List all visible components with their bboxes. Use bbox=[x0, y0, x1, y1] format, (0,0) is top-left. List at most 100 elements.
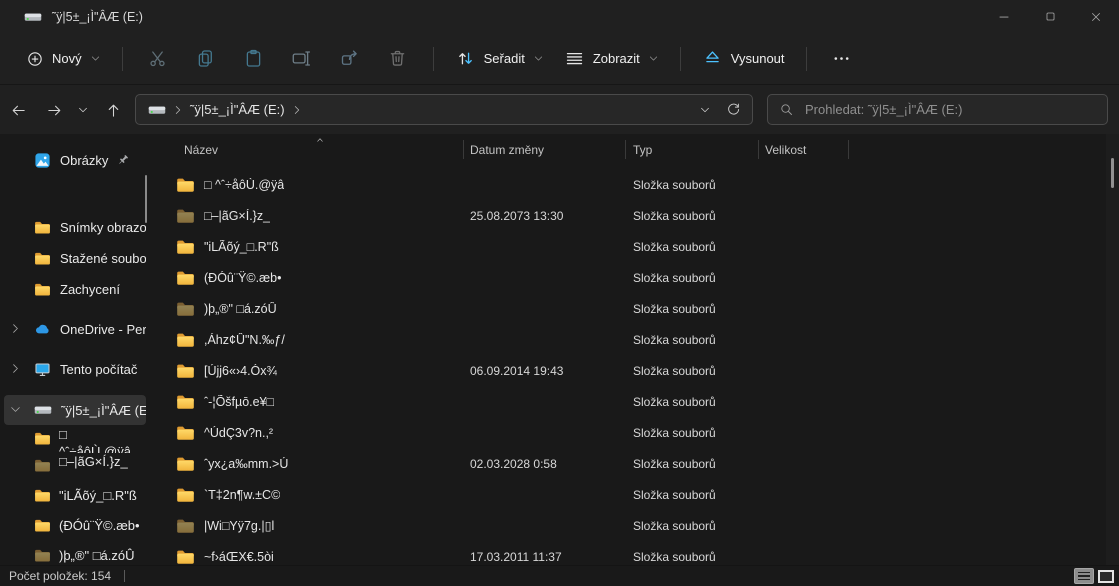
table-row[interactable]: ~f›áŒX€.5òi 17.03.2011 11:37 Složka soub… bbox=[160, 541, 1106, 565]
file-name: ~f›áŒX€.5òi bbox=[204, 550, 274, 564]
cut-icon bbox=[147, 48, 168, 69]
table-row[interactable]: |Wi□Yÿ7g.|▯l Složka souborů bbox=[160, 510, 1106, 541]
delete-button[interactable] bbox=[378, 41, 418, 77]
column-header-type[interactable]: Typ bbox=[625, 143, 758, 157]
chevron-right-icon[interactable] bbox=[291, 104, 303, 116]
folder-icon bbox=[176, 239, 195, 255]
folder-icon bbox=[176, 518, 195, 534]
chevron-right-icon[interactable] bbox=[9, 322, 22, 335]
column-divider[interactable] bbox=[463, 140, 464, 159]
maximize-button[interactable] bbox=[1027, 0, 1073, 33]
file-type: Složka souborů bbox=[625, 209, 758, 223]
column-divider[interactable] bbox=[625, 140, 626, 159]
view-button[interactable]: Zobrazit bbox=[554, 41, 669, 76]
view-toggles bbox=[1074, 568, 1119, 584]
table-row[interactable]: `T‡2n¶w.±C© Složka souborů bbox=[160, 479, 1106, 510]
forward-button[interactable] bbox=[37, 93, 71, 127]
breadcrumb-drive[interactable]: ˜ÿ|5±_¡Ì"ÂÆ (E:) bbox=[190, 102, 285, 117]
sort-button[interactable]: Seřadit bbox=[445, 41, 554, 76]
sidebar-item-label: Stažené soubor bbox=[60, 251, 146, 266]
share-button[interactable] bbox=[330, 41, 370, 77]
folder-icon bbox=[34, 487, 51, 504]
folder-icon bbox=[34, 430, 51, 447]
divider bbox=[806, 47, 807, 71]
column-header-size[interactable]: Velikost bbox=[758, 143, 848, 157]
column-divider[interactable] bbox=[758, 140, 759, 159]
cut-button[interactable] bbox=[138, 41, 178, 77]
sort-ascending-icon bbox=[315, 136, 325, 144]
search-box[interactable] bbox=[767, 94, 1108, 125]
sidebar-item-onedrive[interactable]: OneDrive - Perso bbox=[4, 314, 146, 344]
table-row[interactable]: (ÐÓû¨Ÿ©.æb• Složka souborů bbox=[160, 262, 1106, 293]
sidebar-gap bbox=[0, 345, 160, 354]
sidebar-tree-item[interactable]: □ ^ˆ÷åôÙ.@ÿâ bbox=[4, 426, 150, 453]
navigation-bar: ˜ÿ|5±_¡Ì"ÂÆ (E:) bbox=[0, 86, 1119, 134]
column-divider[interactable] bbox=[848, 140, 849, 159]
copy-icon bbox=[195, 48, 216, 69]
chevron-right-icon bbox=[172, 104, 184, 116]
command-bar: Nový Seřadit Zobrazit Vysunout bbox=[0, 33, 1119, 85]
folder-icon bbox=[34, 457, 51, 474]
scrollbar-track[interactable] bbox=[1106, 134, 1119, 565]
eject-button[interactable]: Vysunout bbox=[692, 41, 795, 76]
details-view-button[interactable] bbox=[1074, 568, 1094, 584]
table-row[interactable]: )þ„®" □á.zóÛ Složka souborů bbox=[160, 293, 1106, 324]
address-dropdown-button[interactable] bbox=[690, 96, 719, 123]
eject-icon bbox=[702, 48, 723, 69]
sidebar-item-this-pc[interactable]: Tento počítač bbox=[4, 354, 146, 384]
table-row[interactable]: "iLÃõý_□.R"ß Složka souborů bbox=[160, 231, 1106, 262]
chevron-right-icon[interactable] bbox=[9, 362, 22, 375]
address-bar[interactable]: ˜ÿ|5±_¡Ì"ÂÆ (E:) bbox=[135, 94, 753, 125]
drive-icon bbox=[34, 404, 52, 416]
folder-icon bbox=[176, 425, 195, 441]
table-row[interactable]: ,Áhz¢Û"N.‰ƒ/ Složka souborů bbox=[160, 324, 1106, 355]
new-button[interactable]: Nový bbox=[16, 43, 111, 75]
paste-button[interactable] bbox=[234, 41, 274, 77]
folder-icon bbox=[176, 456, 195, 472]
folder-icon bbox=[34, 547, 51, 564]
table-row[interactable]: ˆ-¦Õšfµō.e¥□ Složka souborů bbox=[160, 386, 1106, 417]
column-header-date[interactable]: Datum změny bbox=[463, 143, 625, 157]
search-input[interactable] bbox=[803, 101, 1097, 118]
copy-button[interactable] bbox=[186, 41, 226, 77]
sidebar-tree-item[interactable]: □–|ãG×Í.}z_ bbox=[4, 453, 150, 480]
minimize-button[interactable] bbox=[981, 0, 1027, 33]
large-icons-view-button[interactable] bbox=[1098, 570, 1114, 583]
table-row[interactable]: ˆyx¿a‰mm.>Ú 02.03.2028 0:58 Složka soubo… bbox=[160, 448, 1106, 479]
onedrive-icon bbox=[34, 321, 51, 338]
sidebar-item-screenshots[interactable]: Snímky obrazov bbox=[4, 212, 146, 242]
sidebar-item-label: OneDrive - Perso bbox=[60, 322, 146, 337]
sidebar-item-drive-e[interactable]: ˜ÿ|5±_¡Ì"ÂÆ (E:) bbox=[4, 395, 146, 425]
sidebar-gap bbox=[0, 176, 160, 212]
file-name: |Wi□Yÿ7g.|▯l bbox=[204, 518, 274, 533]
plus-circle-icon bbox=[26, 50, 44, 68]
computer-icon bbox=[34, 361, 51, 378]
see-more-button[interactable] bbox=[822, 41, 862, 77]
ellipsis-icon bbox=[831, 48, 852, 69]
chevron-down-icon[interactable] bbox=[9, 403, 22, 416]
drive-icon bbox=[148, 104, 166, 116]
close-button[interactable] bbox=[1073, 0, 1119, 33]
trash-icon bbox=[387, 48, 408, 69]
up-button[interactable] bbox=[96, 93, 130, 127]
sidebar-item-downloads[interactable]: Stažené soubor bbox=[4, 243, 146, 273]
sidebar-item-captures[interactable]: Zachycení bbox=[4, 274, 146, 304]
table-row[interactable]: □ ^ˆ÷åôÙ.@ÿâ Složka souborů bbox=[160, 169, 1106, 200]
table-row[interactable]: [Újj6«›4.Óx¾ 06.09.2014 19:43 Složka sou… bbox=[160, 355, 1106, 386]
sidebar-scrollbar[interactable] bbox=[145, 175, 147, 223]
rename-button[interactable] bbox=[282, 41, 322, 77]
refresh-button[interactable] bbox=[719, 96, 748, 123]
recent-locations-button[interactable] bbox=[69, 93, 97, 127]
sidebar-tree-item[interactable]: )þ„®" □á.zóÛ bbox=[4, 540, 150, 565]
title-bar: ˜ÿ|5±_¡Ì"ÂÆ (E:) bbox=[0, 0, 1119, 33]
sidebar-tree-item[interactable]: "iLÃõý_□.R"ß bbox=[4, 480, 150, 510]
file-type: Složka souborů bbox=[625, 488, 758, 502]
sidebar-tree-item[interactable]: (ÐÓû¨Ÿ©.æb• bbox=[4, 510, 150, 540]
back-button[interactable] bbox=[1, 93, 35, 127]
sidebar-item-pictures[interactable]: Obrázky bbox=[4, 145, 146, 175]
folder-icon bbox=[176, 363, 195, 379]
chevron-down-icon bbox=[648, 53, 659, 64]
table-row[interactable]: □–|ãG×Í.}z_ 25.08.2073 13:30 Složka soub… bbox=[160, 200, 1106, 231]
table-row[interactable]: ^ÚdÇ3v?n.,² Složka souborů bbox=[160, 417, 1106, 448]
column-header-name[interactable]: Název bbox=[160, 143, 463, 157]
